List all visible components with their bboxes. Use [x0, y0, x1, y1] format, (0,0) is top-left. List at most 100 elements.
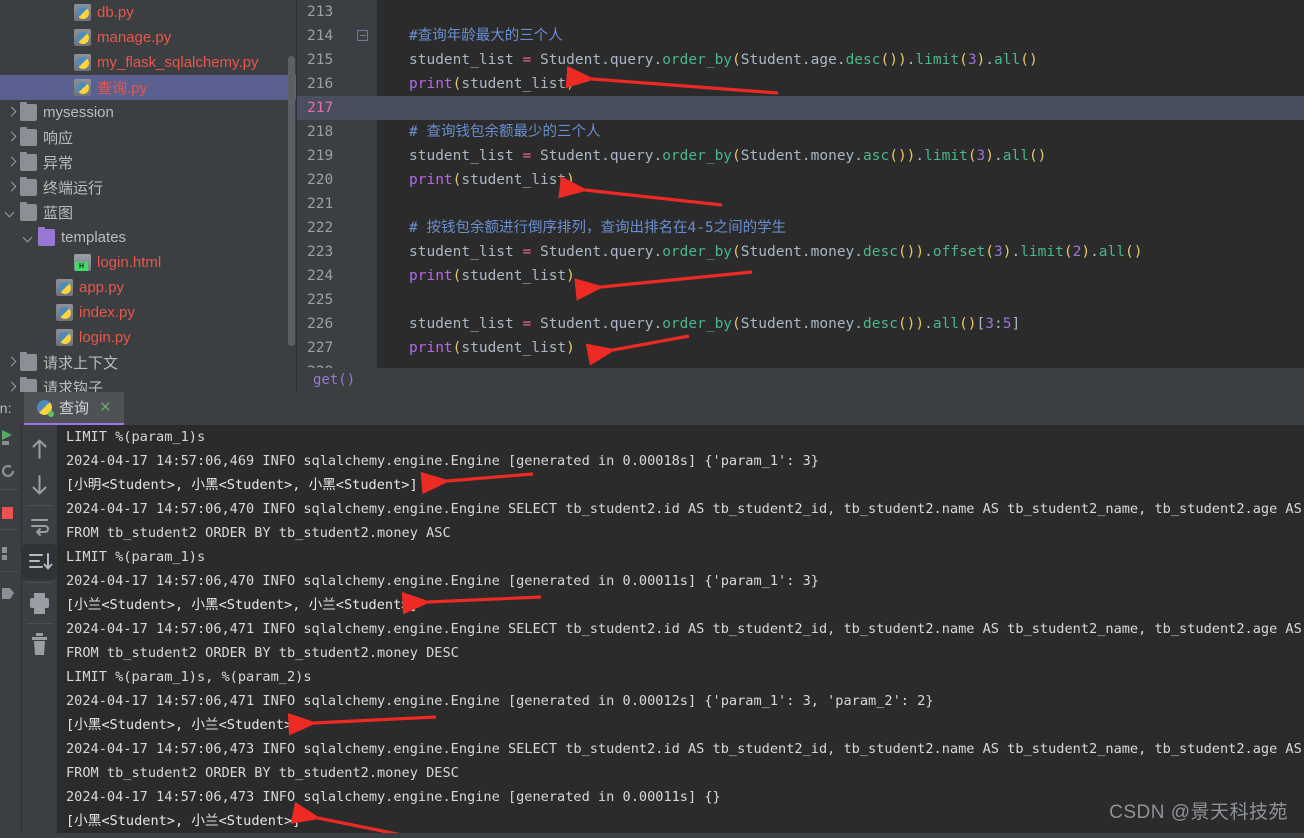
folder-icon [20, 202, 37, 221]
code-line[interactable]: 215 student_list = Student.query.order_by… [297, 48, 1304, 72]
close-icon[interactable]: ✕ [99, 400, 112, 415]
soft-wrap-icon[interactable] [22, 508, 57, 544]
code-line[interactable]: 220 print(student_list) [297, 168, 1304, 192]
fold-marker-icon[interactable] [357, 30, 368, 41]
code-line[interactable]: 225 [297, 288, 1304, 312]
line-number: 224 [307, 268, 334, 284]
code-line[interactable]: 224 print(student_list) [297, 264, 1304, 288]
rerun-icon[interactable] [0, 463, 16, 479]
scroll-to-end-icon[interactable] [22, 544, 57, 580]
pause-icon[interactable] [0, 545, 16, 561]
scroll-down-icon[interactable] [22, 467, 57, 503]
chevron-right-icon[interactable] [4, 106, 18, 120]
code-text: #查询年龄最大的三个人 [409, 28, 563, 44]
tree-item-15[interactable]: 请求钩子 [0, 375, 296, 392]
console-log-line: 2024-04-17 14:57:06,470 INFO sqlalchemy.… [66, 573, 819, 589]
code-line[interactable]: 213 [297, 0, 1304, 24]
line-number: 222 [307, 220, 334, 236]
tree-item-label: 查询.py [97, 80, 148, 97]
chevron-right-icon[interactable] [4, 156, 18, 170]
console-result-line: [小明<Student>, 小黑<Student>, 小黑<Student>] [66, 477, 418, 493]
breadcrumb[interactable]: get() [297, 368, 1304, 392]
tree-item-9[interactable]: templates [0, 225, 296, 250]
line-number: 220 [307, 172, 334, 188]
python-file-icon [74, 54, 91, 71]
tree-item-12[interactable]: index.py [0, 300, 296, 325]
tree-item-7[interactable]: 终端运行 [0, 175, 296, 200]
tree-item-14[interactable]: 请求上下文 [0, 350, 296, 375]
chevron-right-icon[interactable] [4, 356, 18, 370]
code-editor[interactable]: 213 214 #查询年龄最大的三个人 215 student_list = Stude… [297, 0, 1304, 392]
tree-item-4[interactable]: mysession [0, 100, 296, 125]
code-line[interactable]: 216 print(student_list) [297, 72, 1304, 96]
code-line[interactable]: 223 student_list = Student.query.order_by… [297, 240, 1304, 264]
code-line[interactable]: 219 student_list = Student.query.order_by… [297, 144, 1304, 168]
code-line[interactable]: 217 [297, 96, 1304, 120]
code-line[interactable]: 227 print(student_list) [297, 336, 1304, 360]
tree-item-3[interactable]: 查询.py [0, 75, 296, 100]
code-lines[interactable]: 213 214 #查询年龄最大的三个人 215 student_list = Stude… [297, 0, 1304, 380]
toolbar-divider [26, 623, 53, 624]
tree-item-11[interactable]: app.py [0, 275, 296, 300]
sidebar-scrollbar-thumb[interactable] [288, 56, 295, 346]
run-tab-query[interactable]: 查询 ✕ [24, 392, 124, 425]
play-icon[interactable] [0, 429, 16, 445]
chevron-right-icon[interactable] [4, 381, 18, 393]
scroll-up-icon[interactable] [22, 431, 57, 467]
folder-icon [20, 127, 37, 146]
console-log-line: LIMIT %(param_1)s, %(param_2)s [66, 669, 312, 685]
chevron-right-icon[interactable] [4, 181, 18, 195]
tree-item-label: my_flask_sqlalchemy.py [97, 54, 259, 71]
tree-item-8[interactable]: 蓝图 [0, 200, 296, 225]
console-output[interactable]: LIMIT %(param_1)s 2024-04-17 14:57:06,469… [57, 425, 1304, 838]
line-number: 217 [307, 100, 334, 116]
code-text: print(student_list) [409, 268, 575, 284]
tree-item-13[interactable]: login.py [0, 325, 296, 350]
tree-item-label: login.py [79, 329, 131, 346]
code-line[interactable]: 221 [297, 192, 1304, 216]
tree-item-5[interactable]: 响应 [0, 125, 296, 150]
print-icon[interactable] [22, 585, 57, 621]
code-text: student_list = Student.query.order_by(St… [409, 52, 1038, 68]
line-number: 226 [307, 316, 334, 332]
chevron-down-icon[interactable] [4, 206, 18, 220]
code-line[interactable]: 226 student_list = Student.query.order_by… [297, 312, 1304, 336]
code-line[interactable]: 218 # 查询钱包余额最少的三个人 [297, 120, 1304, 144]
tree-item-6[interactable]: 异常 [0, 150, 296, 175]
run-left-rail[interactable] [0, 425, 20, 838]
console-toolbar[interactable] [21, 425, 57, 838]
line-number: 218 [307, 124, 334, 140]
sidebar-scrollbar[interactable] [287, 0, 296, 392]
chevron-right-icon[interactable] [4, 131, 18, 145]
tree-item-0[interactable]: db.py [0, 0, 296, 25]
tree-item-1[interactable]: manage.py [0, 25, 296, 50]
code-line[interactable]: 222 # 按钱包余额进行倒序排列，查询出排名在4-5之间的学生 [297, 216, 1304, 240]
pin-icon[interactable] [0, 585, 18, 603]
project-tree[interactable]: db.py manage.py my_flask_sqlalchemy.py 查询.p… [0, 0, 296, 392]
tree-item-label: 请求上下文 [43, 355, 119, 372]
code-line[interactable]: 214 #查询年龄最大的三个人 [297, 24, 1304, 48]
line-number: 227 [307, 340, 334, 356]
trash-icon[interactable] [22, 626, 57, 662]
run-tool-window: un: 查询 ✕ [0, 392, 1304, 838]
code-text: print(student_list) [409, 76, 575, 92]
stop-icon[interactable] [0, 505, 16, 521]
tree-item-10[interactable]: login.html [0, 250, 296, 275]
folder-icon [20, 377, 37, 392]
code-text: print(student_list) [409, 172, 575, 188]
tree-item-label: 蓝图 [43, 205, 74, 222]
breadcrumb-label: get() [313, 372, 356, 388]
tree-item-2[interactable]: my_flask_sqlalchemy.py [0, 50, 296, 75]
python-file-icon [74, 79, 91, 96]
project-tree-sidebar[interactable]: db.py manage.py my_flask_sqlalchemy.py 查询.p… [0, 0, 296, 392]
tree-item-label: templates [61, 229, 127, 246]
run-tool-header: un: 查询 ✕ [0, 392, 1304, 425]
chevron-down-icon[interactable] [22, 231, 36, 245]
run-window-label: un: [0, 400, 12, 416]
